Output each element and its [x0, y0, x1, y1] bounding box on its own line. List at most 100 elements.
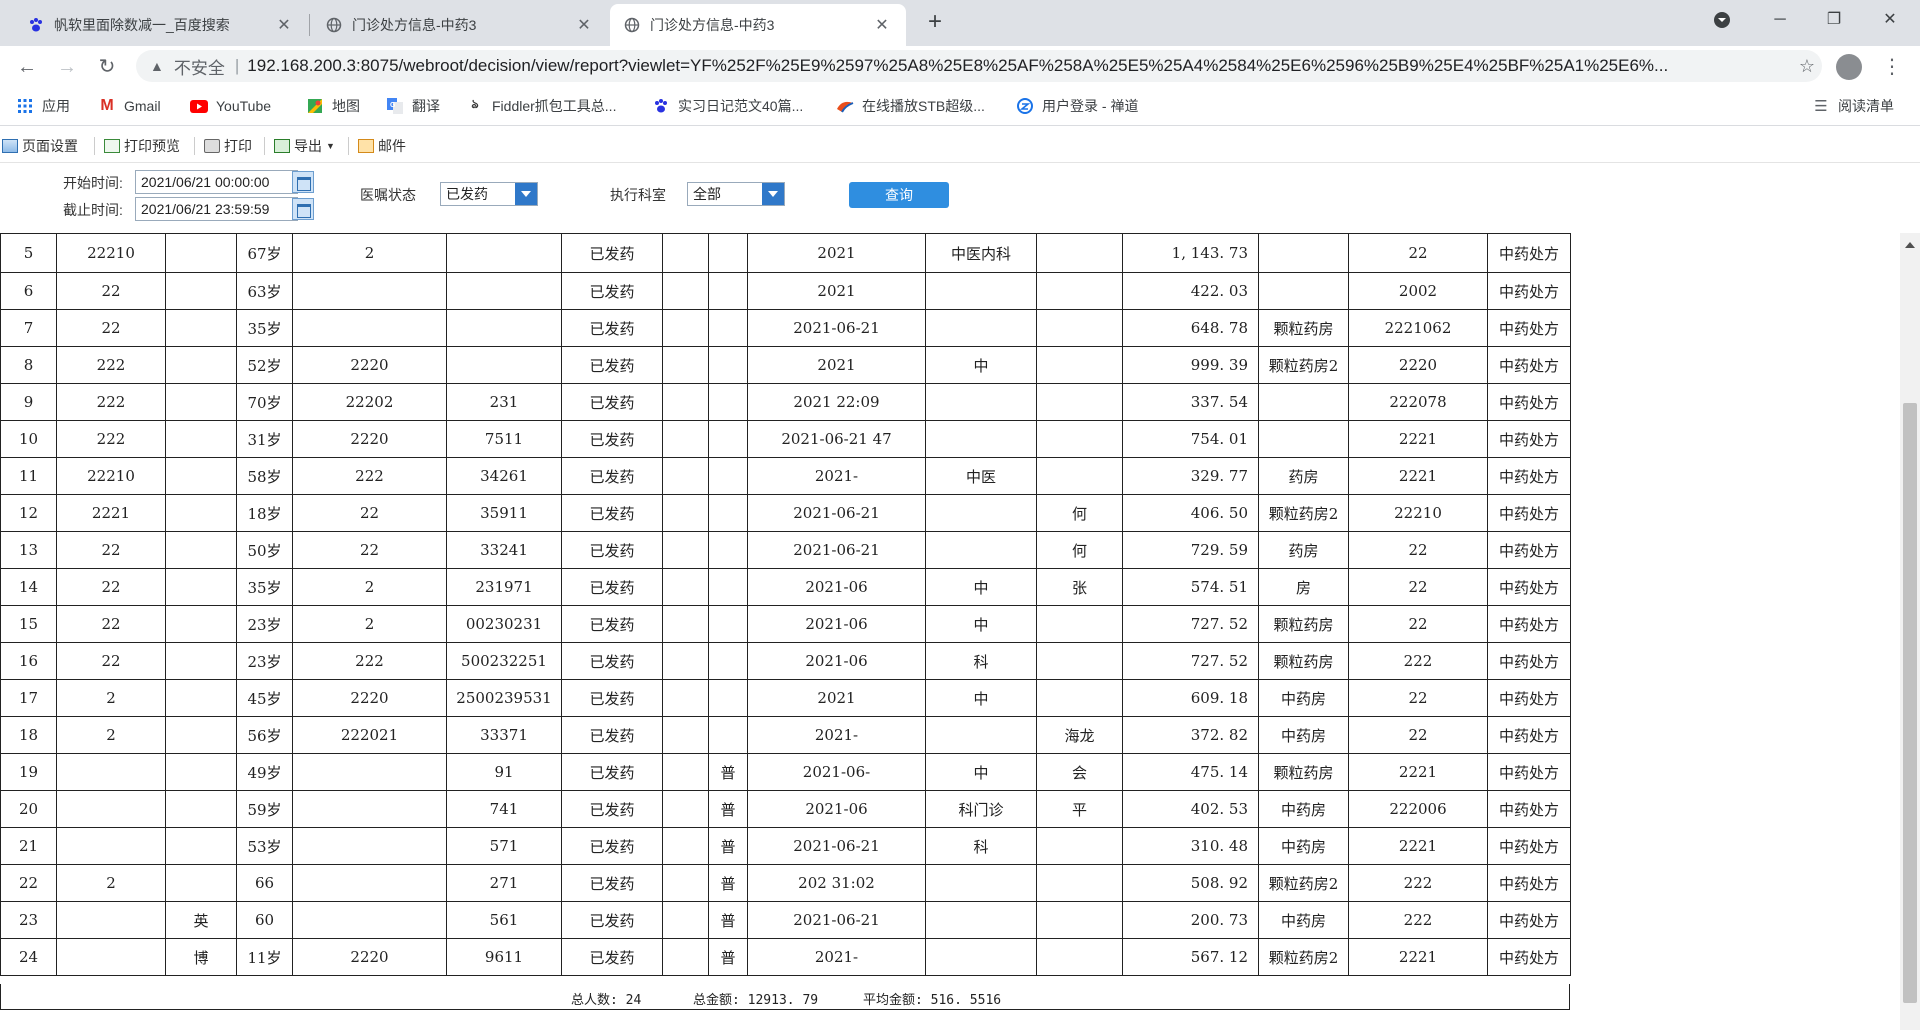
cell-doctor	[1036, 309, 1123, 347]
cell-pharmacy: 颗粒药房	[1258, 605, 1349, 643]
chevron-down-icon[interactable]	[515, 183, 537, 205]
cell-category: 中药处方	[1487, 827, 1571, 865]
dept-select[interactable]: 全部	[687, 182, 785, 206]
bookmark-translate[interactable]: G 翻译	[386, 95, 440, 117]
close-icon[interactable]: ✕	[274, 15, 294, 35]
query-button[interactable]: 查询	[849, 182, 949, 208]
cell-blank	[662, 494, 709, 532]
cell-blank	[662, 233, 709, 273]
new-tab-button[interactable]: +	[920, 8, 950, 38]
cell-no: 18	[0, 716, 57, 754]
chevron-down-icon[interactable]	[762, 183, 784, 205]
end-time-input[interactable]: 2021/06/21 23:59:59	[135, 197, 298, 221]
address-bar[interactable]: ▲ 不安全 | 192.168.200.3:8075/webroot/decis…	[136, 50, 1822, 82]
cell-time: 2021-06-21	[747, 827, 926, 865]
close-icon[interactable]: ✕	[574, 15, 594, 35]
cell-status: 已发药	[561, 642, 663, 680]
cell-pharmacy	[1258, 383, 1349, 421]
scroll-up-arrow-icon[interactable]	[1900, 237, 1920, 253]
cell-age: 18岁	[236, 494, 293, 532]
forward-button[interactable]: →	[52, 52, 82, 82]
print-preview-button[interactable]: 打印预览	[104, 136, 180, 156]
cell-no: 16	[0, 642, 57, 680]
star-icon[interactable]: ☆	[1792, 56, 1822, 77]
tab-baidu-search[interactable]: 帆软里面除数减一_百度搜索 ✕	[14, 4, 308, 46]
youtube-icon	[190, 98, 208, 114]
bookmark-gmail[interactable]: M Gmail	[98, 95, 160, 117]
reload-button[interactable]: ↻	[92, 52, 122, 82]
minimize-button[interactable]: ─	[1752, 0, 1808, 40]
cell-rxno: 2221	[1348, 457, 1488, 495]
cell-doctor	[1036, 233, 1123, 273]
cell-blank	[662, 901, 709, 939]
table-row: 13 22 50岁 22 33241 已发药 2021-06-21 何 729. 59 药房 22 中…	[0, 531, 1571, 569]
cell-name	[165, 716, 237, 754]
cell-name	[165, 827, 237, 865]
report-summary: 总人数: 24 总金额: 12913. 79 平均金额: 516. 5516	[0, 984, 1570, 1010]
page-setup-button[interactable]: 页面设置	[2, 136, 78, 156]
back-button[interactable]: ←	[12, 52, 42, 82]
export-button[interactable]: 导出 ▼	[274, 136, 335, 156]
cell-card	[292, 864, 447, 902]
cell-no: 15	[0, 605, 57, 643]
bookmark-zentao[interactable]: 用户登录 - 禅道	[1016, 95, 1138, 117]
cell-blank	[662, 790, 709, 828]
calendar-icon[interactable]	[292, 198, 314, 220]
cell-age: 35岁	[236, 568, 293, 606]
report-toolbar: 页面设置 打印预览 打印 导出 ▼ 邮件	[0, 129, 1920, 163]
cell-doctor	[1036, 864, 1123, 902]
cell-pharmacy: 颗粒药房	[1258, 309, 1349, 347]
cell-type	[708, 531, 748, 569]
calendar-icon[interactable]	[292, 171, 314, 193]
cell-dept	[925, 864, 1037, 902]
cell-blank	[662, 383, 709, 421]
url-text[interactable]: 192.168.200.3:8075/webroot/decision/view…	[247, 56, 1792, 76]
cell-doctor	[1036, 272, 1123, 310]
report-viewport[interactable]: 5 22210 67岁 2 已发药 2021 中医内科 1, 143. 73 22 中药处方 6 22…	[0, 233, 1900, 1030]
start-time-input[interactable]: 2021/06/21 00:00:00	[135, 170, 298, 194]
cell-id: 22210	[56, 457, 166, 495]
bookmark-youtube[interactable]: YouTube	[190, 95, 271, 117]
warning-icon[interactable]: ▲	[150, 58, 164, 74]
cell-name	[165, 420, 237, 458]
tab-search-button[interactable]	[1694, 0, 1750, 40]
maximize-button[interactable]: ❐	[1806, 0, 1862, 40]
security-label[interactable]: 不安全	[174, 54, 225, 79]
cell-doctor	[1036, 901, 1123, 939]
cell-amount: 475. 14	[1122, 753, 1259, 791]
bookmark-apps[interactable]: 应用	[16, 95, 70, 117]
bookmark-maps[interactable]: 地图	[306, 95, 360, 117]
mail-button[interactable]: 邮件	[358, 136, 406, 156]
cell-name	[165, 568, 237, 606]
bookmark-fiddler[interactable]: ঌ Fiddler抓包工具总...	[466, 95, 616, 117]
divider: |	[234, 56, 240, 75]
close-window-button[interactable]: ✕	[1862, 0, 1918, 40]
cell-blank	[662, 827, 709, 865]
tab-report-1[interactable]: 门诊处方信息-中药3 ✕	[312, 4, 608, 46]
avatar[interactable]	[1836, 54, 1862, 80]
cell-code: 571	[446, 827, 562, 865]
cell-time: 2021-06	[747, 790, 926, 828]
bookmark-diary[interactable]: 实习日记范文40篇...	[652, 95, 803, 117]
close-icon[interactable]: ✕	[872, 15, 892, 35]
more-menu-icon[interactable]: ⋮	[1880, 52, 1904, 82]
cell-name	[165, 383, 237, 421]
order-status-label: 医嘱状态	[360, 187, 416, 203]
tab-report-active[interactable]: 门诊处方信息-中药3 ✕	[610, 4, 906, 46]
order-status-select[interactable]: 已发药	[440, 182, 538, 206]
cell-code: 2500239531	[446, 679, 562, 717]
cell-name	[165, 531, 237, 569]
print-button[interactable]: 打印	[204, 136, 252, 156]
scrollbar-thumb[interactable]	[1903, 403, 1917, 1003]
bookmark-stb[interactable]: 在线播放STB超级...	[836, 95, 985, 117]
bookmark-label: YouTube	[216, 98, 272, 114]
cell-code: 00230231	[446, 605, 562, 643]
bookmark-label: 实习日记范文40篇...	[678, 98, 804, 114]
table-row: 20 59岁 741 已发药 普 2021-06 科门诊平 402. 53 中药房 222006 中…	[0, 790, 1571, 828]
reading-list[interactable]: ☰ 阅读清单	[1812, 95, 1894, 117]
end-time-label: 截止时间:	[63, 202, 123, 218]
cell-category: 中药处方	[1487, 901, 1571, 939]
vertical-scrollbar[interactable]	[1900, 233, 1920, 1030]
cell-time: 2021	[747, 346, 926, 384]
cell-time: 202 31:02	[747, 864, 926, 902]
